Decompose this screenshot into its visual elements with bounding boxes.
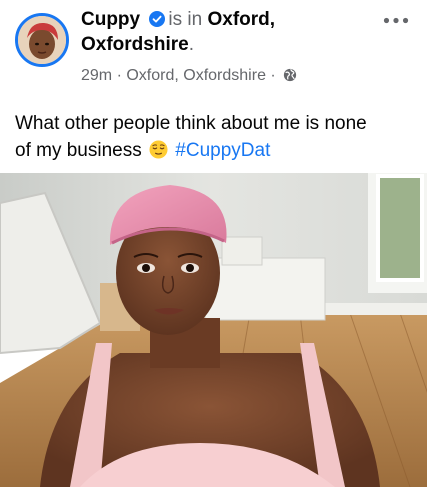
post-author-line-continued: Oxfordshire. [81,33,194,57]
post-message: What other people think about me is none… [15,110,415,164]
post-message-line1: What other people think about me is none [15,113,367,134]
checkin-place-line2[interactable]: Oxfordshire [81,34,189,55]
author-name[interactable]: Cuppy [81,9,140,30]
post-author-line: Cuppy is in Oxford, [81,8,275,32]
selfie-photo-image [0,173,427,487]
post-location[interactable]: Oxford, Oxfordshire [126,67,266,84]
globe-icon [283,68,297,82]
place-period: . [188,34,194,55]
ellipsis-icon [383,17,409,23]
hashtag-link[interactable]: #CuppyDat [175,140,270,161]
avatar-image [18,16,66,64]
post-message-line2: of my business [15,140,142,161]
post-timestamp[interactable]: 29m [81,67,112,84]
is-in-text: is in [168,9,203,30]
post-header: Cuppy is in Oxford, Oxfordshire. 29m · O… [0,0,427,100]
meta-separator: · [116,67,122,84]
relieved-face-emoji-icon [149,140,168,159]
post-photo[interactable] [0,173,427,487]
verified-badge-icon [149,10,166,27]
checkin-place-line1[interactable]: Oxford, [207,9,275,30]
post-meta: 29m · Oxford, Oxfordshire · [81,66,297,86]
meta-separator-2: · [270,67,276,84]
more-options-button[interactable] [381,10,411,30]
author-avatar[interactable] [15,13,69,67]
